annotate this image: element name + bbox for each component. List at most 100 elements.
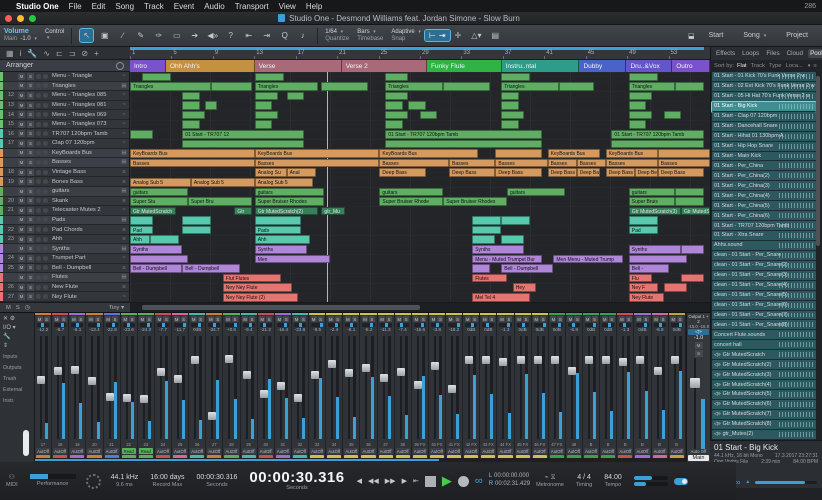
- control-link-display[interactable]: Control ▾: [41, 29, 68, 41]
- clip-super-stu[interactable]: Super Stu: [130, 197, 188, 206]
- channel-automation-mode[interactable]: AutOff: [601, 448, 615, 454]
- clip-basses[interactable]: Basses: [577, 159, 606, 168]
- channel-pan-slider[interactable]: [328, 323, 340, 327]
- track-monitor-button[interactable]: [43, 227, 48, 232]
- channel-automation-mode[interactable]: AutOff: [70, 448, 84, 454]
- fader-cap[interactable]: [71, 366, 79, 374]
- track-monitor-button[interactable]: [43, 265, 48, 270]
- channel-mute-button[interactable]: M: [550, 316, 556, 322]
- clip-ahh[interactable]: Ahh: [130, 235, 150, 244]
- channel-automation-mode[interactable]: AutOff: [327, 448, 341, 454]
- track-monitor-button[interactable]: [43, 160, 48, 165]
- track-mute-button[interactable]: M: [18, 102, 25, 109]
- midi-status[interactable]: ⚇ MIDI: [0, 474, 24, 489]
- clip-menu-muted-trumpet-bur[interactable]: Menu - Muted Trumpet Bur: [472, 255, 542, 264]
- clip[interactable]: [182, 216, 211, 225]
- clip[interactable]: [501, 216, 530, 225]
- channel-fader[interactable]: [429, 334, 445, 441]
- track-mute-button[interactable]: M: [18, 149, 25, 156]
- pool-item-01-start-xtra-snare[interactable]: 01 Start - Xtra Snare: [712, 231, 816, 241]
- clip[interactable]: [675, 82, 704, 91]
- mixer-channel-19[interactable]: MS-6.119AutOff: [69, 313, 86, 462]
- clip-synths[interactable]: Synths: [130, 245, 182, 254]
- speaker-icon[interactable]: ◁»: [714, 401, 721, 407]
- fader-cap[interactable]: [106, 393, 114, 401]
- pool-item-concert-flute-sounds[interactable]: Concert Flute.sounds: [712, 330, 816, 340]
- fader-cap[interactable]: [294, 394, 302, 402]
- clip-super-bru[interactable]: Super Bru: [188, 197, 252, 206]
- mixer-vertical-scroll-thumb[interactable]: [23, 430, 29, 456]
- channel-fader[interactable]: [155, 334, 171, 441]
- channel-fader[interactable]: [241, 334, 257, 441]
- track-solo-button[interactable]: S: [27, 73, 34, 80]
- channel-fader[interactable]: [258, 334, 274, 441]
- track-monitor-button[interactable]: [43, 170, 48, 175]
- mixer-channel-B[interactable]: MS0dBBAutOff: [634, 313, 651, 462]
- channel-mute-button[interactable]: M: [191, 316, 197, 322]
- track-mute-button[interactable]: M: [18, 293, 25, 300]
- channel-pan-slider[interactable]: [208, 323, 220, 327]
- clip[interactable]: [182, 120, 199, 129]
- channel-mute-button[interactable]: M: [174, 316, 180, 322]
- clip[interactable]: [321, 82, 367, 91]
- track-row-menu-triangles-069[interactable]: 14MSMenu - Triangles 069~: [0, 110, 129, 120]
- channel-mute-button[interactable]: M: [276, 316, 282, 322]
- clip-deep-bas[interactable]: Deep Bas: [577, 168, 600, 177]
- channel-fader[interactable]: [292, 334, 308, 441]
- clip-deep-bea[interactable]: Deep Bea: [635, 168, 658, 177]
- loop-button[interactable]: ∞: [475, 475, 483, 487]
- fader-cap[interactable]: [397, 368, 405, 376]
- fader-cap[interactable]: [191, 356, 199, 364]
- pool-scrollbar[interactable]: [816, 76, 820, 246]
- browser-tab-effects[interactable]: Effects: [714, 49, 737, 58]
- fader-cap[interactable]: [208, 412, 216, 420]
- channel-fader[interactable]: [309, 334, 325, 441]
- fader-cap[interactable]: [345, 369, 353, 377]
- channel-solo-button[interactable]: S: [643, 316, 649, 322]
- automation-param-display[interactable]: Volume Main -1.0 ▾: [0, 28, 41, 42]
- menu-item-help[interactable]: Help: [306, 2, 322, 11]
- mixer-channel-22[interactable]: MS-23.622Read: [121, 313, 138, 462]
- clip[interactable]: [182, 101, 199, 110]
- arranger-section-funkyflute[interactable]: Funky Flute: [427, 60, 502, 72]
- track-row-ahh[interactable]: 23MSAhh≡: [0, 235, 129, 245]
- track-record-arm-button[interactable]: [36, 275, 41, 280]
- mixer-channel-20[interactable]: MS-13.420AutOff: [86, 313, 103, 462]
- clip-guitars[interactable]: guitars: [507, 188, 565, 197]
- clip-analog-sub-5[interactable]: Analog Sub 5: [191, 178, 255, 187]
- clip[interactable]: [287, 92, 304, 101]
- clip-pad[interactable]: Pad: [130, 226, 153, 235]
- pool-item-01-start-01-kick-70-s-funk-verse-2-w[interactable]: 01 Start - 01 Kick 70's Funk Verse 2 w: [712, 72, 816, 82]
- track-monitor-button[interactable]: [43, 285, 48, 290]
- bend-tool-icon[interactable]: ➔: [188, 29, 201, 42]
- clip-men[interactable]: Men: [255, 255, 330, 264]
- track-row-synths[interactable]: MSSynths▤: [0, 244, 129, 254]
- main-fader[interactable]: [688, 358, 709, 449]
- track-record-arm-button[interactable]: [36, 198, 41, 203]
- fader-cap[interactable]: [123, 394, 131, 402]
- channel-mute-button[interactable]: M: [345, 316, 351, 322]
- track-row-menu-triangles-081[interactable]: 13MSMenu - Triangles 081~: [0, 101, 129, 111]
- speaker-icon[interactable]: ◁»: [714, 421, 721, 427]
- channel-solo-button[interactable]: S: [335, 316, 341, 322]
- pool-item-01-start-per_china-2-[interactable]: 01 Start - Per_China(2): [712, 171, 816, 181]
- pool-item-01-start-big-kick[interactable]: 01 Start - Big Kick: [712, 102, 816, 112]
- clip-analog-sub-5[interactable]: Analog Sub 5: [130, 178, 191, 187]
- channel-fader[interactable]: [86, 334, 102, 441]
- clip[interactable]: [658, 149, 710, 158]
- channel-solo-button[interactable]: S: [146, 316, 152, 322]
- clip-triangles[interactable]: Triangles: [501, 82, 559, 91]
- mixer-channel-48[interactable]: MS-6.848AutOff: [566, 313, 583, 462]
- quantize-q-icon[interactable]: Q: [278, 29, 291, 42]
- clip[interactable]: [501, 111, 524, 120]
- track-monitor-button[interactable]: [43, 179, 48, 184]
- tempo-display[interactable]: 84.00 Tempo: [598, 474, 628, 489]
- channel-automation-mode[interactable]: AutOff: [618, 448, 632, 454]
- clip[interactable]: [182, 140, 304, 149]
- channel-pan-slider[interactable]: [414, 323, 426, 327]
- mixer-wrench-icon[interactable]: 🔧: [3, 333, 31, 340]
- clip-anal[interactable]: Anal: [287, 168, 316, 177]
- track-row-skank[interactable]: 20MSSkank≡: [0, 197, 129, 207]
- channel-fader[interactable]: [343, 334, 359, 441]
- channel-fader[interactable]: [497, 334, 513, 441]
